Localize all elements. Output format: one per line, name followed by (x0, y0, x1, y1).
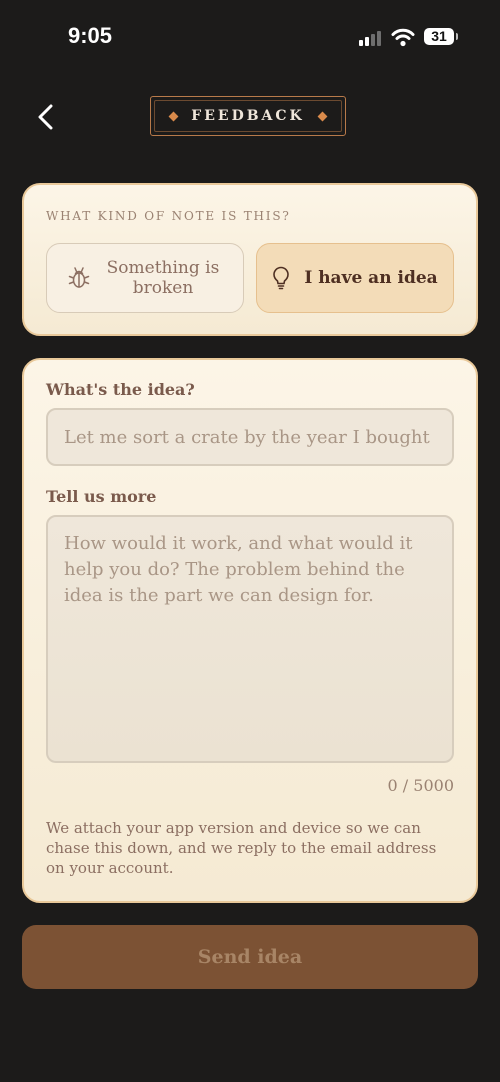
back-button[interactable] (30, 100, 64, 134)
idea-field-label: What's the idea? (46, 380, 195, 399)
option-label: Something is broken (106, 258, 220, 298)
send-idea-button[interactable]: Send idea (22, 925, 478, 989)
battery-icon: 31 (424, 28, 458, 45)
char-counter: 0 / 5000 (387, 776, 454, 795)
note-type-label: WHAT KIND OF NOTE IS THIS? (46, 209, 291, 223)
chevron-left-icon (38, 104, 53, 130)
bug-icon (68, 267, 90, 288)
page-title: FEEDBACK (191, 108, 305, 124)
send-button-label: Send idea (197, 946, 303, 968)
more-textarea[interactable] (46, 515, 454, 763)
lightbulb-icon (273, 266, 290, 290)
privacy-footnote: We attach your app version and device so… (46, 819, 437, 877)
more-field-label: Tell us more (46, 487, 157, 506)
page-title-badge: FEEDBACK (150, 96, 346, 136)
status-time: 9:05 (68, 23, 113, 48)
wifi-icon (391, 28, 415, 47)
option-label: I have an idea (304, 268, 438, 288)
idea-form-card: What's the idea? Tell us more 0 / 5000 W… (22, 358, 478, 903)
diamond-ornament-icon (317, 111, 328, 121)
status-bar: 9:05 31 (0, 0, 500, 70)
idea-input[interactable] (46, 408, 454, 466)
note-type-card: WHAT KIND OF NOTE IS THIS? Something is … (22, 183, 478, 336)
option-have-idea[interactable]: I have an idea (256, 243, 454, 313)
diamond-ornament-icon (168, 111, 179, 121)
option-something-broken[interactable]: Something is broken (46, 243, 244, 313)
signal-icon (359, 30, 383, 46)
